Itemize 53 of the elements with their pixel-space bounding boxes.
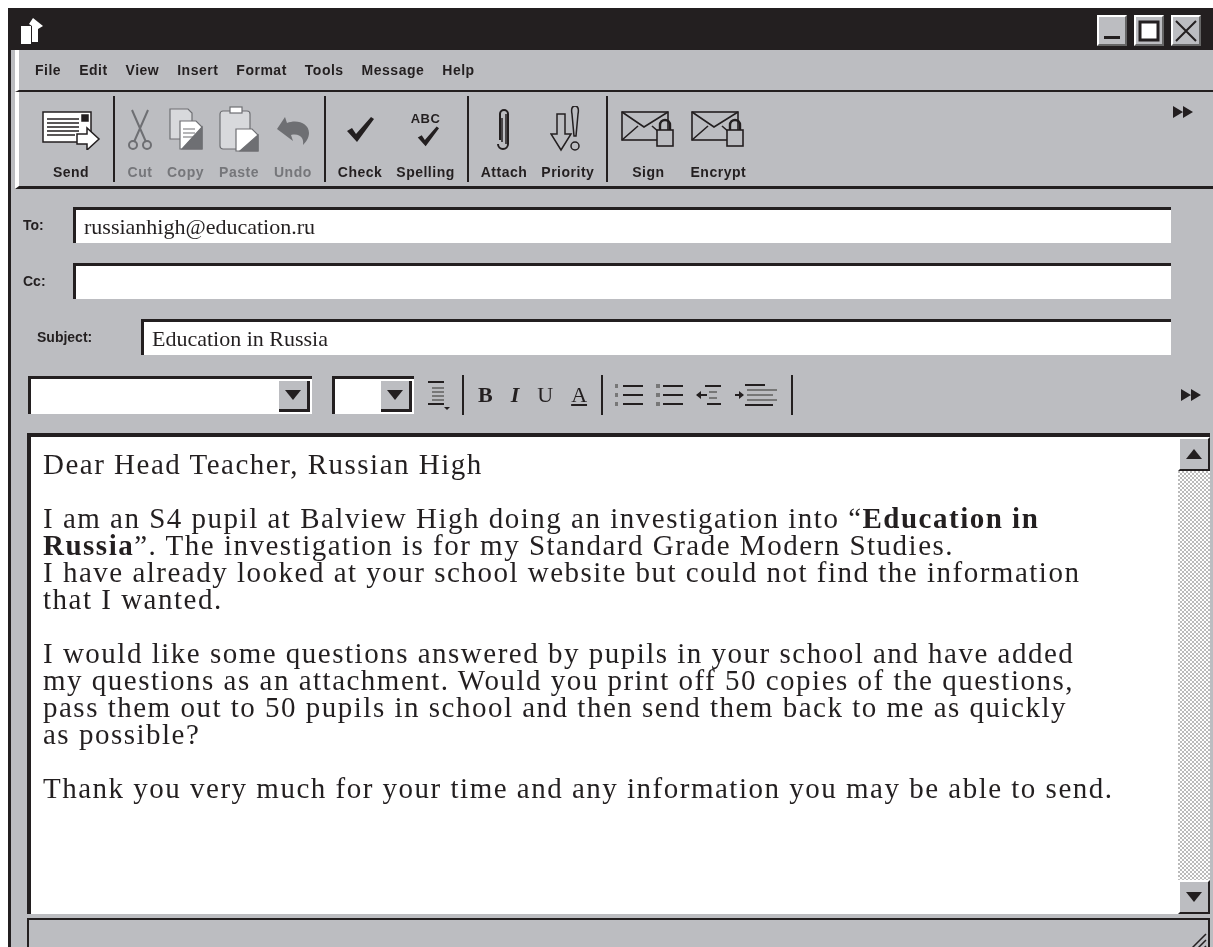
menu-item[interactable]: View [125,62,160,78]
clipboard-icon [218,105,260,153]
menu-item[interactable]: Help [442,62,475,78]
bold-button[interactable]: B [474,382,497,408]
toolbar-button[interactable]: Encrypt [686,96,751,182]
toolbar-button[interactable]: Send [37,96,105,182]
checkmark-icon [345,115,376,143]
size-dropdown[interactable] [332,376,414,414]
toolbar-button[interactable]: Attach [476,96,532,182]
caret-icon [387,390,403,400]
send-envelope-icon [41,108,101,150]
font-color-button[interactable]: A [567,382,592,408]
minimize-icon [1104,36,1120,39]
toolbar-button[interactable]: Priority [537,96,599,182]
up-arrow-icon [1186,449,1202,459]
menu-item[interactable]: File [35,62,62,78]
toolbar-button[interactable]: Check [333,96,387,182]
message-paragraph: I am an S4 pupil at Balview High doing an investigation into “Education in Russia”. The investigation is for my Standard Grade Modern Studies. I have already looked at your school website but could not find the information that I wanted. [43,505,1082,613]
close-button[interactable] [1171,15,1201,46]
message-paragraph: Dear Head Teacher, Russian High [43,451,484,478]
field-label: Subject: [36,329,94,345]
font-dropdown[interactable] [28,376,312,414]
menu-item[interactable]: Insert [177,62,219,78]
down-arrow-icon [1186,892,1202,903]
menu-item[interactable]: Message [361,62,425,78]
italic-button[interactable]: I [506,382,524,408]
underline-button[interactable]: U [533,382,558,408]
menu-item[interactable]: Format [236,62,287,78]
message-paragraph: I would like some questions answered by pupils in your school and have added my questions as an attachment. Would you print off 50 copies of the questions, pass them out to 50 pupils in school and then send them back to me as quickly as possible? [43,640,1076,748]
maximize-button[interactable] [1134,15,1164,46]
bulleted-list-icon[interactable] [655,383,686,407]
scroll-down-button[interactable] [1178,880,1210,915]
minimize-button[interactable] [1097,15,1127,46]
envelope-lock-icon [620,110,677,148]
decrease-indent-icon[interactable] [695,383,724,407]
field-label: To: [23,217,45,233]
envelope-lock-icon [690,110,747,148]
copy-pages-icon [167,107,204,151]
input-field[interactable]: Education in Russia [141,319,1171,355]
scroll-up-button[interactable] [1178,437,1210,471]
more-chevron-icon[interactable] [1181,389,1201,401]
scissors-icon [127,108,153,150]
numbered-list-icon[interactable] [613,383,646,407]
field-label: Cc: [23,273,47,289]
more-chevron-icon[interactable] [1173,106,1193,118]
caret-icon [285,390,301,400]
toolbar-button[interactable]: Sign [616,96,681,182]
input-field[interactable] [73,263,1171,299]
toolbar-button[interactable]: ABC Spelling [392,96,459,182]
input-field[interactable]: russianhigh@education.ru [73,207,1171,243]
menu-item[interactable]: Tools [304,62,344,78]
menu-item[interactable]: Edit [79,62,108,78]
message-paragraph: Thank you very much for your time and any information you may be able to send. [43,775,1115,802]
